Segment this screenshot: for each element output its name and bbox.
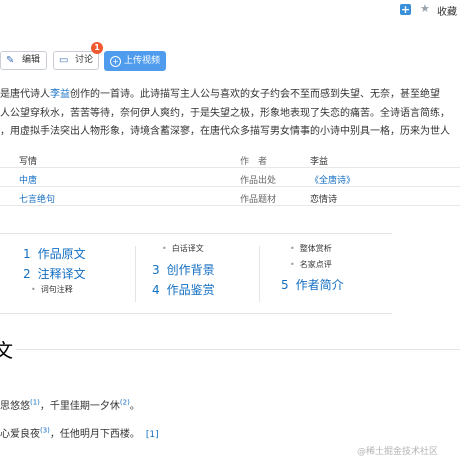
intro-text: 是唐代诗人 (0, 89, 50, 100)
comment-icon: ▭ (59, 55, 69, 66)
catalog-label: 注释译文 (37, 267, 86, 281)
catalog-divider (135, 246, 136, 302)
catalog-item-5[interactable]: 5 作者简介 (281, 276, 344, 293)
catalog-item-1[interactable]: 1 作品原文 (23, 245, 86, 262)
poem-line-1: 思悠悠(1)，千里佳期一夕休(2)。 (0, 397, 140, 412)
plus-icon[interactable]: + (400, 4, 411, 15)
intro-text: 创作的一首诗。此诗描写主人公与喜欢的女子约会不至而感到失望、无奈，甚至绝望 (70, 89, 440, 100)
catalog-label: 作品鉴赏 (166, 283, 215, 297)
catalog-item-4[interactable]: 4 作品鉴赏 (152, 281, 215, 298)
watermark: @稀土掘金技术社区 (357, 447, 439, 457)
pencil-icon: ✎ (6, 55, 15, 66)
upload-video-label: 上传视频 (124, 56, 161, 66)
poem-line-2: 心爱良夜(3)，任他明月下西楼。 [1] (0, 425, 159, 440)
catalog-label: 作品原文 (37, 247, 86, 261)
catalog-sub-item[interactable]: 整体赏析 (290, 243, 332, 254)
catalog-sub-item[interactable]: 白话译文 (162, 243, 204, 254)
footnote-marker[interactable]: (2) (120, 399, 130, 407)
info-value-form[interactable]: 七言绝句 (19, 192, 55, 205)
reference-link[interactable]: [1] (146, 430, 159, 440)
info-value-author: 李益 (310, 157, 329, 167)
info-key-source: 作品出处 (240, 176, 277, 186)
info-value-era[interactable]: 中唐 (19, 173, 37, 186)
footnote-marker[interactable]: (3) (40, 427, 50, 435)
info-value-genre: 写情 (19, 157, 38, 167)
footnote-marker[interactable]: (1) (30, 399, 40, 407)
catalog-number: 2 (23, 267, 31, 281)
catalog-sub-item[interactable]: 词句注释 (31, 284, 73, 295)
collect-label[interactable]: 收藏 (437, 3, 457, 18)
catalog-number: 1 (23, 247, 31, 261)
verse-text: 。 (129, 401, 140, 412)
info-key-author: 作 者 (240, 157, 268, 167)
section-title: 文 (0, 340, 14, 362)
catalog-divider (259, 246, 260, 302)
edit-button[interactable]: ✎ 编辑 (0, 51, 47, 70)
info-row-divider (0, 186, 460, 187)
catalog-item-3[interactable]: 3 创作背景 (152, 261, 215, 278)
info-key-theme: 作品题材 (240, 195, 277, 205)
info-value-theme: 恋情诗 (310, 195, 338, 205)
catalog-number: 5 (281, 278, 289, 292)
author-link[interactable]: 李益 (50, 89, 70, 100)
add-circle-icon: + (110, 56, 121, 67)
catalog-item-2[interactable]: 2 注释译文 (23, 265, 86, 282)
verse-text: ，千里佳期一夕休 (39, 401, 120, 412)
catalog-label: 创作背景 (166, 263, 215, 277)
intro-line-3: ，用虚拟手法突出人物形象，诗境含蓄深寥，在唐代众多描写男女情事的小诗中别具一格，… (0, 126, 450, 137)
verse-text: ，任他明月下西楼。 (49, 429, 140, 440)
verse-text: 思悠悠 (0, 401, 30, 412)
star-icon[interactable]: ★ (420, 2, 430, 15)
info-row-divider (0, 167, 460, 168)
verse-text: 心爱良夜 (0, 429, 40, 440)
intro-line-2: 人公望穿秋水，苦苦等待，奈何伊人爽约，于是失望之极，形象地表现了失恋的痛苦。全诗… (0, 108, 450, 119)
catalog-sub-item[interactable]: 名家点评 (290, 259, 332, 270)
discuss-button[interactable]: ▭ 讨论 (53, 51, 99, 70)
info-row-divider (0, 205, 460, 206)
upload-video-button[interactable]: + 上传视频 (104, 51, 166, 71)
catalog-number: 4 (152, 283, 160, 297)
catalog-number: 3 (152, 263, 160, 277)
catalog-label: 作者简介 (295, 278, 344, 292)
edit-button-label: 编辑 (22, 55, 41, 65)
discuss-button-label: 讨论 (75, 55, 94, 65)
info-value-source[interactable]: 《全唐诗》 (310, 173, 355, 186)
section-title-rule (16, 349, 460, 350)
intro-line-1: 是唐代诗人李益创作的一首诗。此诗描写主人公与喜欢的女子约会不至而感到失望、无奈，… (0, 85, 440, 100)
discuss-count-badge: 1 (91, 42, 103, 54)
